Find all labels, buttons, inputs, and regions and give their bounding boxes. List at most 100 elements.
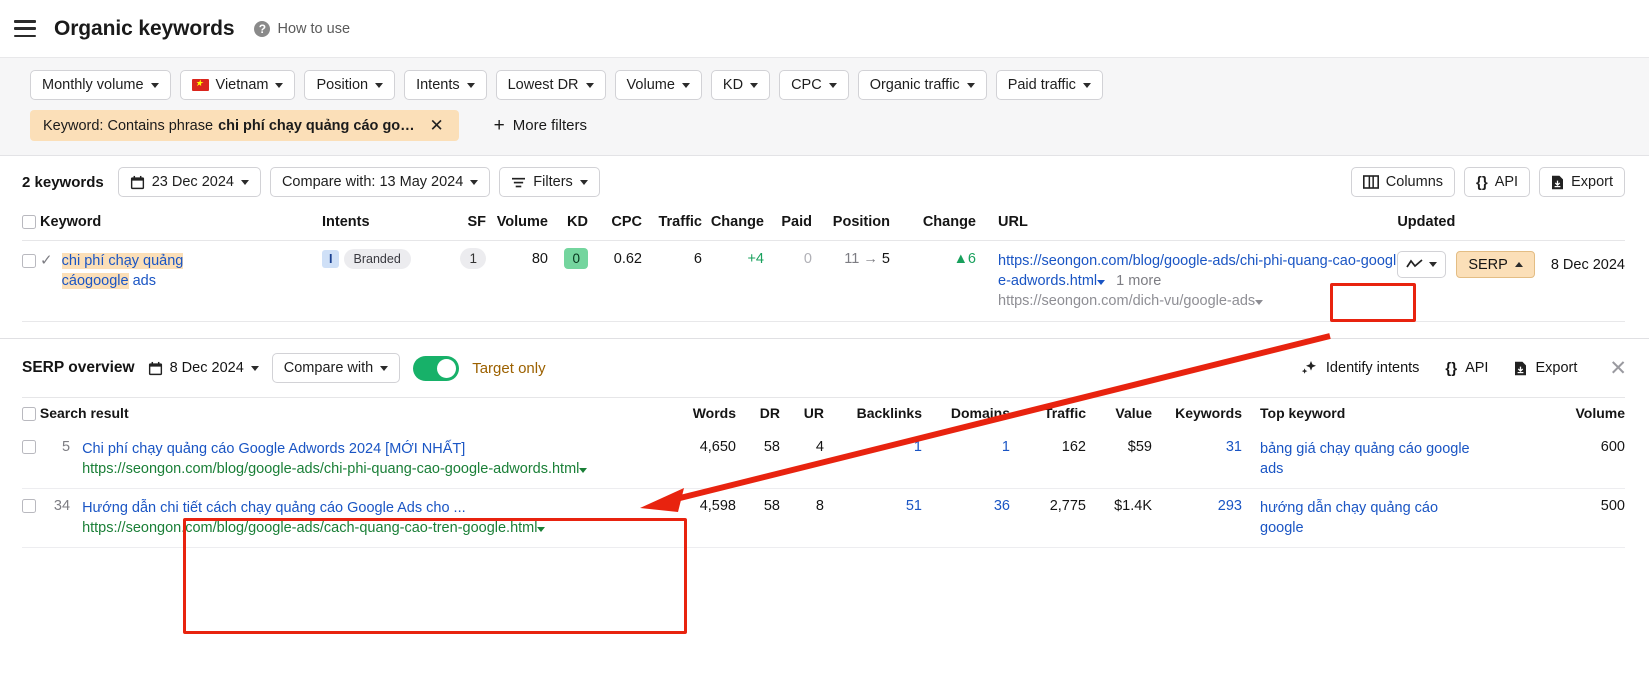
col-cpc[interactable]: CPC [588, 208, 642, 241]
filter-label: Volume [626, 77, 675, 93]
serp-date-picker[interactable]: 8 Dec 2024 [148, 360, 259, 376]
columns-button[interactable]: Columns [1350, 167, 1456, 197]
col-updated[interactable]: Updated [1397, 208, 1625, 241]
url-secondary-text: https://seongon.com/dich-vu/google-ads [998, 293, 1256, 309]
col-kd[interactable]: KD [548, 208, 588, 241]
col-domains[interactable]: Domains [922, 397, 1010, 431]
col-value[interactable]: Value [1086, 397, 1152, 431]
filter-paid-traffic[interactable]: Paid traffic [995, 70, 1103, 100]
filter-position[interactable]: Position [304, 70, 396, 100]
col-serp-traffic[interactable]: Traffic [1010, 397, 1086, 431]
cell-url: https://seongon.com/blog/google-ads/chi-… [976, 240, 1398, 322]
page-title: Organic keywords [54, 16, 235, 40]
filter-lowest-dr[interactable]: Lowest DR [495, 70, 606, 100]
col-intents[interactable]: Intents [322, 208, 434, 241]
col-paid[interactable]: Paid [764, 208, 812, 241]
serp-table-wrap: Search result Words DR UR Backlinks Doma… [0, 397, 1649, 549]
filter-label: Lowest DR [507, 77, 579, 93]
chevron-down-icon[interactable] [537, 527, 546, 533]
col-search-result[interactable]: Search result [22, 397, 662, 431]
col-ur[interactable]: UR [780, 397, 824, 431]
filters-button[interactable]: Filters [499, 167, 600, 197]
col-keywords[interactable]: Keywords [1152, 397, 1242, 431]
table-row: 34 Hướng dẫn chi tiết cách chạy quảng cá… [22, 488, 1625, 549]
row-checkbox[interactable] [22, 254, 36, 269]
filter-label: Paid traffic [1007, 77, 1076, 93]
col-traffic[interactable]: Traffic [642, 208, 702, 241]
serp-export-button[interactable]: Export [1514, 360, 1577, 376]
checkmark-icon: ✓ [40, 252, 53, 269]
serp-result-url[interactable]: https://seongon.com/blog/google-ads/cach… [82, 520, 537, 536]
col-position[interactable]: Position [812, 208, 890, 241]
col-backlinks[interactable]: Backlinks [824, 397, 922, 431]
col-keyword[interactable]: Keyword [22, 208, 322, 241]
api-button[interactable]: {} API [1464, 167, 1531, 197]
cell-keyword: ✓ chi phí chạy quảng cáogoogle ads [22, 240, 322, 322]
serp-result-title[interactable]: Chi phí chạy quảng cáo Google Adwords 20… [82, 439, 587, 459]
chevron-down-icon[interactable] [1097, 280, 1106, 285]
keywords-table: Keyword Intents SF Volume KD CPC Traffic… [22, 208, 1625, 322]
close-icon[interactable]: ✕ [1609, 356, 1627, 381]
filter-volume[interactable]: Volume [614, 70, 702, 100]
cell-search-result: 34 Hướng dẫn chi tiết cách chạy quảng cá… [22, 488, 662, 549]
target-only-toggle[interactable] [413, 355, 460, 381]
date-picker-button[interactable]: 23 Dec 2024 [117, 167, 261, 197]
col-top-keyword[interactable]: Top keyword [1242, 397, 1470, 431]
hamburger-icon[interactable] [14, 20, 36, 37]
question-circle-icon: ? [254, 20, 271, 37]
col-serp-volume[interactable]: Volume [1470, 397, 1625, 431]
col-url[interactable]: URL [976, 208, 1398, 241]
chevron-down-icon[interactable] [579, 468, 588, 474]
url-primary-link[interactable]: https://seongon.com/blog/google-ads/chi-… [998, 253, 1396, 289]
serp-header-actions: Identify intents {} API Export ✕ [1301, 356, 1627, 381]
col-volume[interactable]: Volume [486, 208, 548, 241]
export-button[interactable]: Export [1539, 167, 1625, 197]
col-position-change[interactable]: Change [890, 208, 976, 241]
filter-cpc[interactable]: CPC [779, 70, 849, 100]
active-filter-value: chi phí chạy quảng cáo go… [218, 117, 415, 134]
col-traffic-change[interactable]: Change [702, 208, 764, 241]
filter-kd[interactable]: KD [710, 70, 771, 100]
chevron-down-icon[interactable] [1255, 300, 1264, 305]
filter-country[interactable]: Vietnam [179, 70, 296, 100]
top-keyword-link[interactable]: hướng dẫn chạy quảng cáo google [1260, 498, 1470, 538]
identify-intents-button[interactable]: Identify intents [1301, 360, 1419, 376]
cell-keywords[interactable]: 293 [1152, 488, 1242, 549]
cell-backlinks[interactable]: 51 [824, 488, 922, 549]
compare-with-button[interactable]: Compare with: 13 May 2024 [269, 167, 491, 197]
cell-domains[interactable]: 36 [922, 488, 1010, 549]
serp-button[interactable]: SERP [1456, 251, 1535, 278]
serp-result-url[interactable]: https://seongon.com/blog/google-ads/chi-… [82, 461, 579, 477]
col-words[interactable]: Words [662, 397, 736, 431]
serp-api-button[interactable]: {} API [1445, 360, 1488, 377]
serp-row-checkbox[interactable] [22, 440, 36, 455]
active-filter-row: Keyword: Contains phrase chi phí chạy qu… [30, 110, 1649, 141]
filter-organic-traffic[interactable]: Organic traffic [857, 70, 987, 100]
serp-select-all-checkbox[interactable] [22, 407, 36, 422]
filter-intents[interactable]: Intents [404, 70, 487, 100]
remove-filter-icon[interactable]: ✕ [415, 110, 459, 141]
cell-keywords[interactable]: 31 [1152, 430, 1242, 490]
cell-sf: 1 [434, 240, 486, 322]
serp-row-checkbox[interactable] [22, 499, 36, 514]
cell-backlinks[interactable]: 1 [824, 430, 922, 490]
more-filters-button[interactable]: + More filters [494, 116, 587, 135]
compare-with-label: Compare with: 13 May 2024 [281, 174, 464, 190]
filter-pill-row: Monthly volume Vietnam Position Intents … [30, 70, 1649, 100]
keyword-link[interactable]: chi phí chạy quảng cáogoogle ads [61, 253, 184, 289]
url-more-label[interactable]: 1 more [1116, 273, 1161, 289]
serp-history-button[interactable] [1397, 251, 1447, 278]
cell-domains[interactable]: 1 [922, 430, 1010, 490]
serp-compare-label: Compare with [283, 360, 374, 376]
cell-top-keyword: bảng giá chạy quảng cáo google ads [1242, 430, 1470, 490]
select-all-checkbox[interactable] [22, 215, 36, 230]
active-filter-keyword-chip[interactable]: Keyword: Contains phrase chi phí chạy qu… [30, 110, 459, 141]
top-keyword-link[interactable]: bảng giá chạy quảng cáo google ads [1260, 439, 1470, 479]
serp-result-title[interactable]: Hướng dẫn chi tiết cách chạy quảng cáo G… [82, 498, 545, 518]
filter-monthly-volume[interactable]: Monthly volume [30, 70, 171, 100]
col-dr[interactable]: DR [736, 397, 780, 431]
how-to-use-link[interactable]: ? How to use [254, 20, 350, 37]
col-sf[interactable]: SF [434, 208, 486, 241]
position-from: 11 [844, 251, 860, 267]
serp-compare-with-button[interactable]: Compare with [271, 353, 401, 383]
